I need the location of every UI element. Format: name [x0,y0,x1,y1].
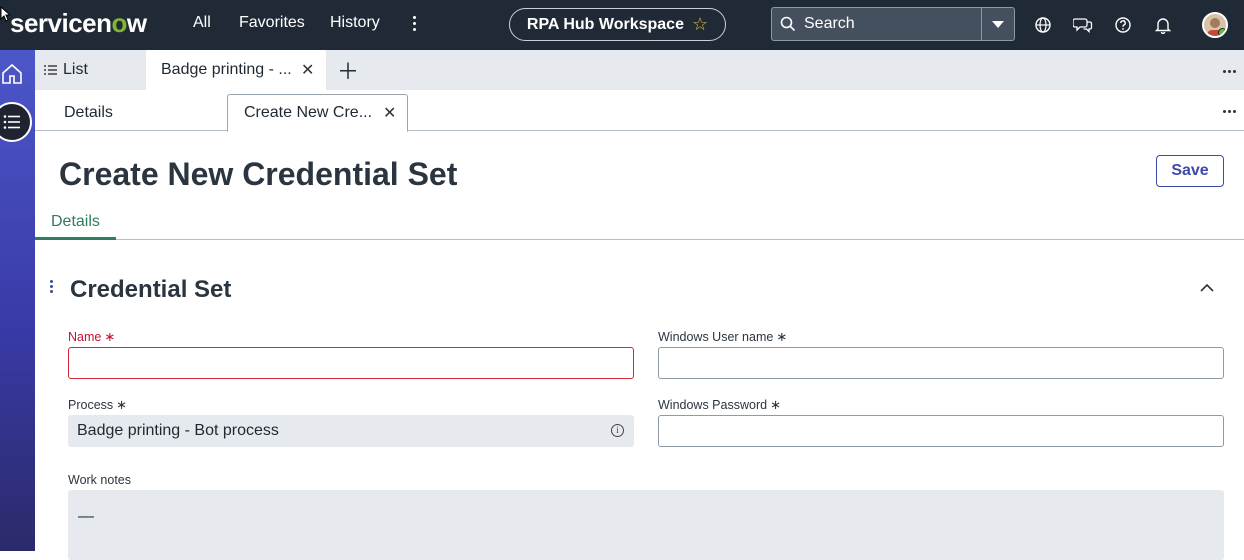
windows-user-name-field[interactable] [658,347,1224,379]
globe-icon[interactable] [1032,14,1054,36]
nav-favorites[interactable]: Favorites [239,14,305,32]
tab-badge-printing[interactable]: Badge printing - ... ✕ [146,50,326,90]
list-icon [44,65,57,75]
work-notes-value: — [78,508,94,525]
search-input[interactable]: Search [772,8,981,40]
tabs-more-icon[interactable] [1223,70,1239,76]
tab-details-label: Details [64,103,113,121]
nav-history[interactable]: History [330,14,380,32]
work-notes-field[interactable]: — [68,490,1224,560]
work-notes-label: Work notes [68,473,131,487]
tab-list-label: List [63,61,88,78]
process-value: Badge printing - Bot process [77,422,279,439]
bell-icon[interactable] [1152,14,1174,36]
mouse-cursor-icon [0,6,10,22]
windows-password-label: Windows Password ∗ [658,397,781,412]
close-icon[interactable]: ✕ [301,60,314,80]
user-avatar[interactable] [1202,12,1228,38]
global-search: Search [771,7,1015,41]
required-icon: ∗ [116,397,128,412]
search-icon [780,16,796,32]
workspace-pill[interactable]: RPA Hub Workspace ☆ [509,8,726,41]
record-tabs: Details Create New Cre... ✕ [35,90,1244,132]
presence-status-icon [1218,28,1226,36]
record-more-icon[interactable] [1223,110,1239,116]
subtab-details[interactable]: Details [35,207,116,240]
info-icon[interactable]: i [611,424,624,437]
nav-more-icon[interactable] [408,13,420,35]
required-icon: ∗ [104,329,116,344]
tab-create-new-credential[interactable]: Create New Cre... ✕ [227,94,408,132]
tab-create-new-label: Create New Cre... [244,104,373,121]
chevron-down-icon [992,20,1004,28]
tab-details[interactable]: Details [64,94,113,131]
windows-user-name-label: Windows User name ∗ [658,329,788,344]
section-title: Credential Set [70,276,232,303]
list-menu-icon[interactable] [0,102,32,142]
top-nav: servicenow All Favorites History RPA Hub… [0,0,1244,50]
name-field[interactable] [68,347,634,379]
search-scope-dropdown[interactable] [981,8,1014,40]
add-tab-icon[interactable]: ＋ [337,50,359,90]
windows-password-field[interactable] [658,415,1224,447]
help-icon[interactable] [1112,14,1134,36]
process-label: Process ∗ [68,397,128,412]
name-label: Name ∗ [68,329,116,344]
process-field[interactable]: Badge printing - Bot process i [68,415,634,447]
tab-list[interactable]: List [44,50,144,90]
servicenow-logo[interactable]: servicenow [10,8,147,39]
workspace-tabs: List Badge printing - ... ✕ ＋ [35,50,1244,90]
required-icon: ∗ [770,397,781,412]
tab-badge-printing-label: Badge printing - ... [161,61,292,78]
nav-all[interactable]: All [193,14,211,32]
workspace-label: RPA Hub Workspace [526,15,684,33]
search-placeholder: Search [804,15,855,32]
home-icon[interactable] [0,62,24,86]
left-rail [0,50,35,551]
star-icon[interactable]: ☆ [692,14,708,35]
section-menu-icon[interactable] [50,280,54,295]
required-icon: ∗ [776,329,788,344]
form-subtabs: Details [35,207,1244,240]
save-button[interactable]: Save [1156,155,1224,187]
chevron-up-icon[interactable] [1199,280,1215,296]
page-title: Create New Credential Set [59,156,458,192]
chat-icon[interactable] [1072,14,1094,36]
close-icon[interactable]: ✕ [383,103,396,123]
